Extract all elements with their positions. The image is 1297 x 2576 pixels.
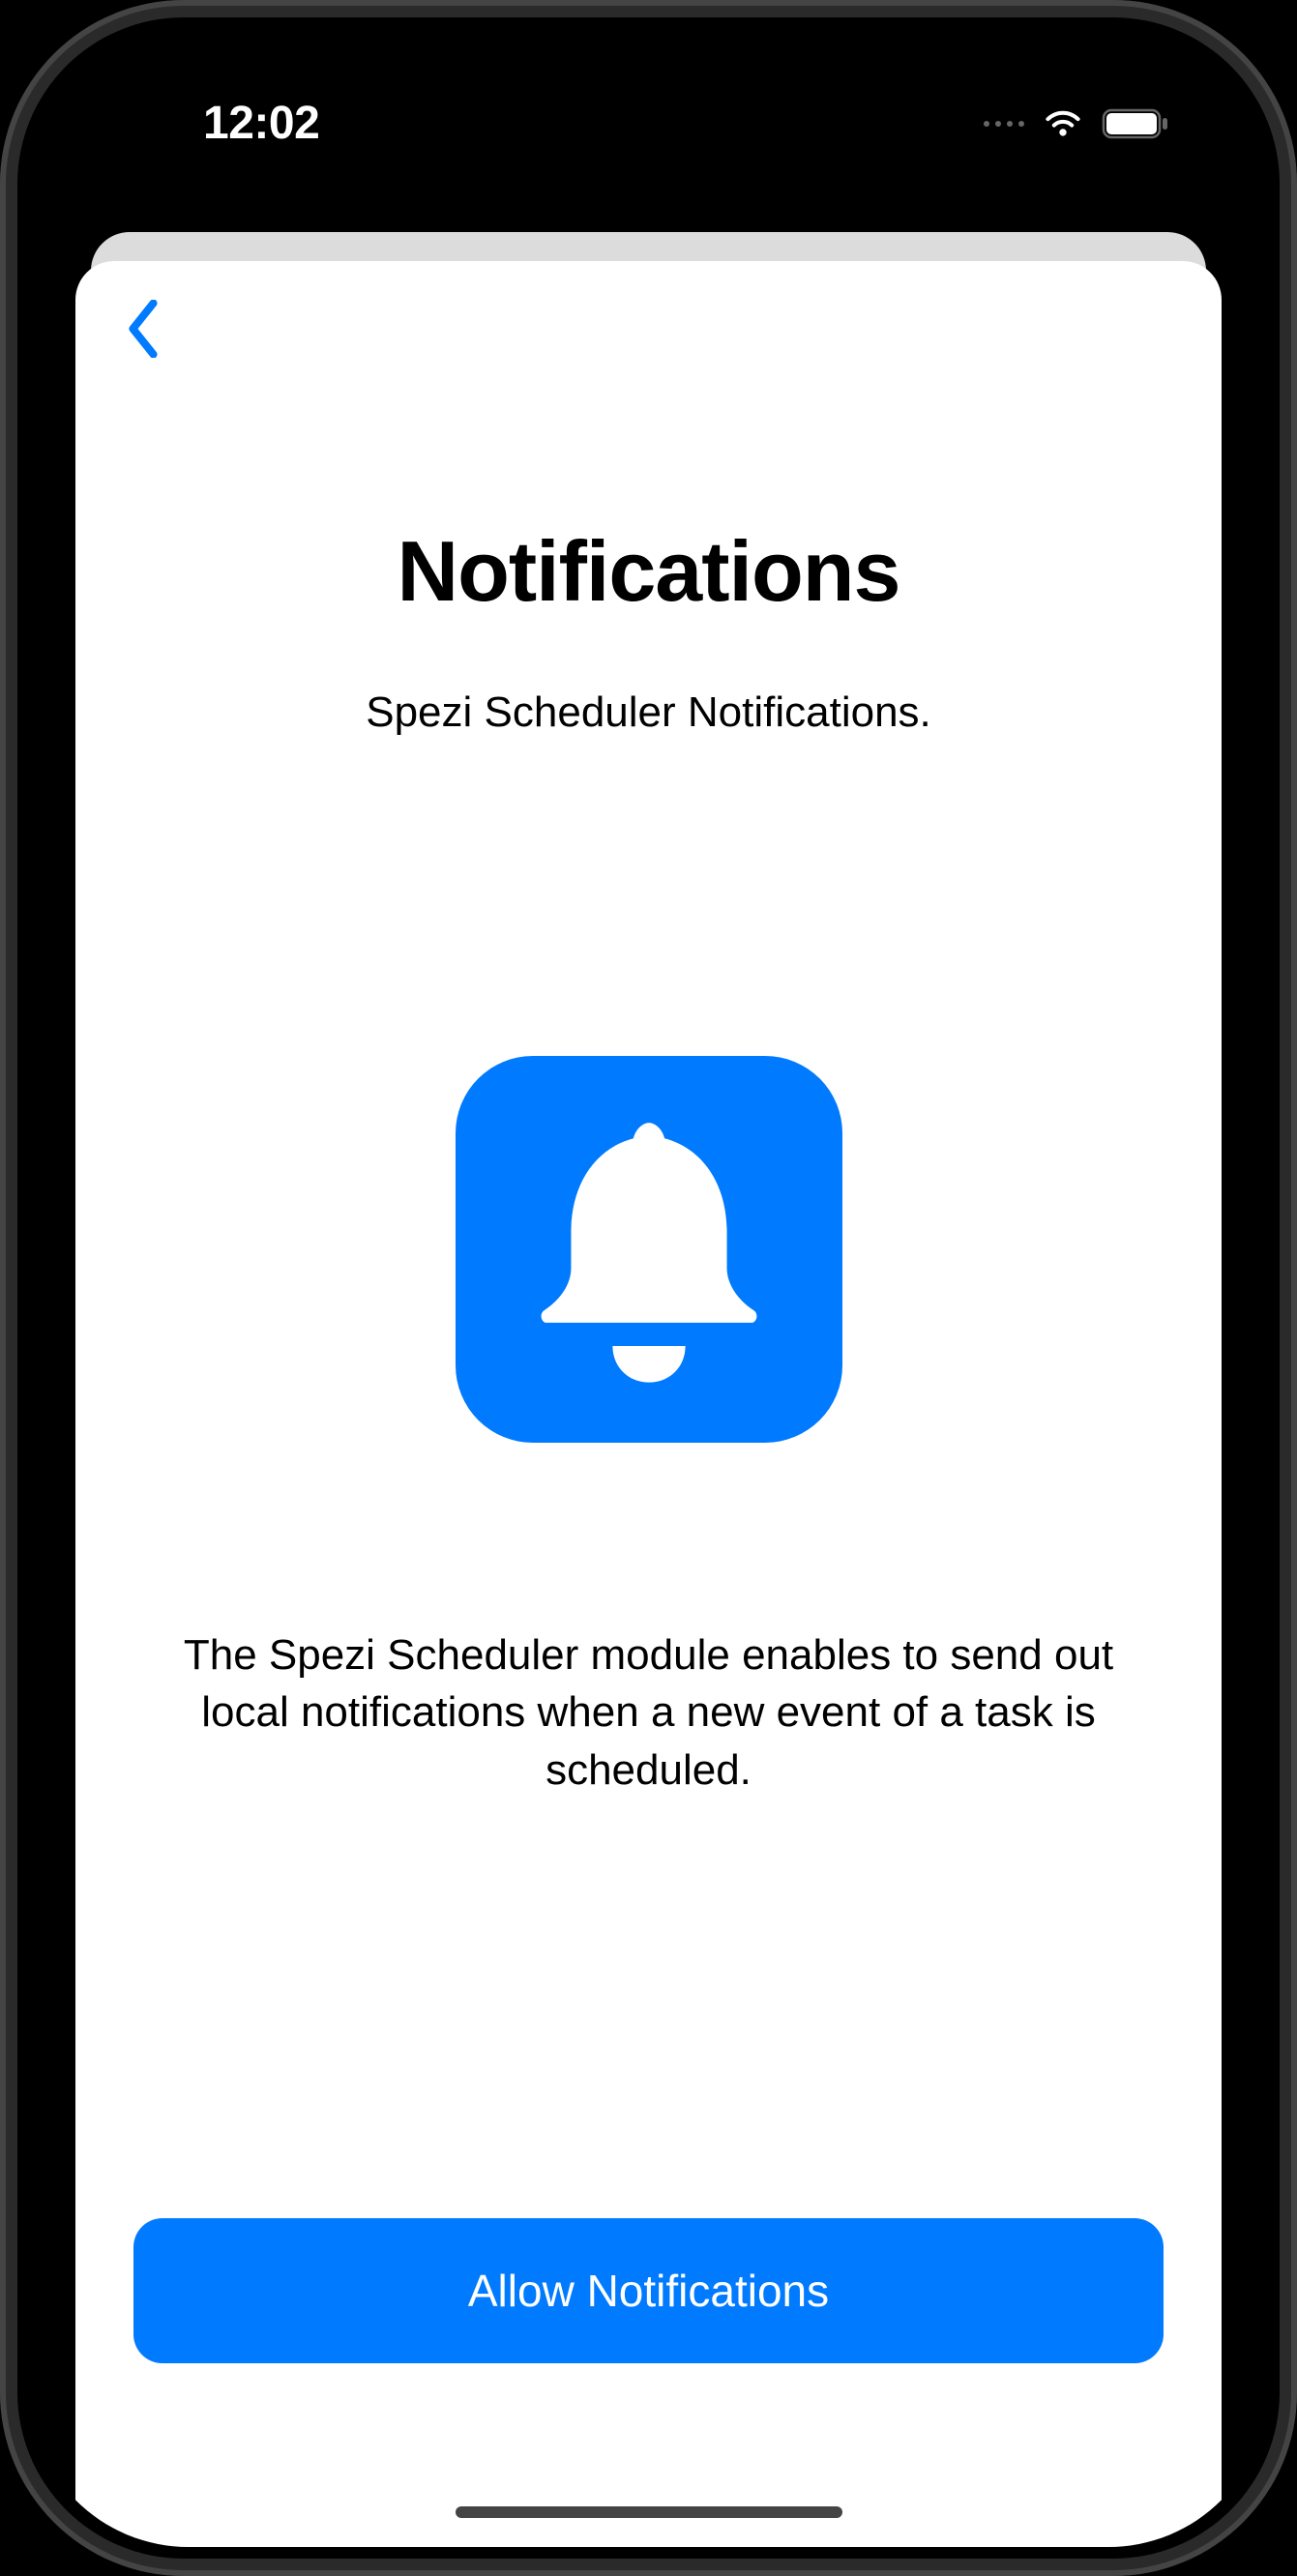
back-button[interactable]: [124, 300, 162, 358]
page-title: Notifications: [398, 522, 900, 621]
home-indicator[interactable]: [456, 2506, 842, 2518]
content-area: Notifications Spezi Scheduler Notificati…: [75, 358, 1222, 2218]
cellular-dots: [984, 121, 1024, 127]
description-text: The Spezi Scheduler module enables to se…: [133, 1626, 1164, 1799]
device-frame: 12:02: [0, 0, 1297, 2576]
battery-icon: [1102, 106, 1171, 141]
bell-icon: [518, 1107, 780, 1392]
button-container: Allow Notifications: [75, 2218, 1222, 2547]
wifi-icon: [1042, 100, 1084, 147]
modal-sheet: Notifications Spezi Scheduler Notificati…: [75, 261, 1222, 2547]
allow-notifications-button[interactable]: Allow Notifications: [133, 2218, 1164, 2363]
page-subtitle: Spezi Scheduler Notifications.: [366, 688, 931, 737]
status-time: 12:02: [203, 97, 319, 150]
sheet-header: [75, 261, 1222, 358]
hero-icon-container: [456, 1056, 842, 1443]
status-indicators: [984, 100, 1171, 147]
chevron-left-icon: [124, 300, 162, 358]
status-bar: 12:02: [29, 29, 1268, 198]
